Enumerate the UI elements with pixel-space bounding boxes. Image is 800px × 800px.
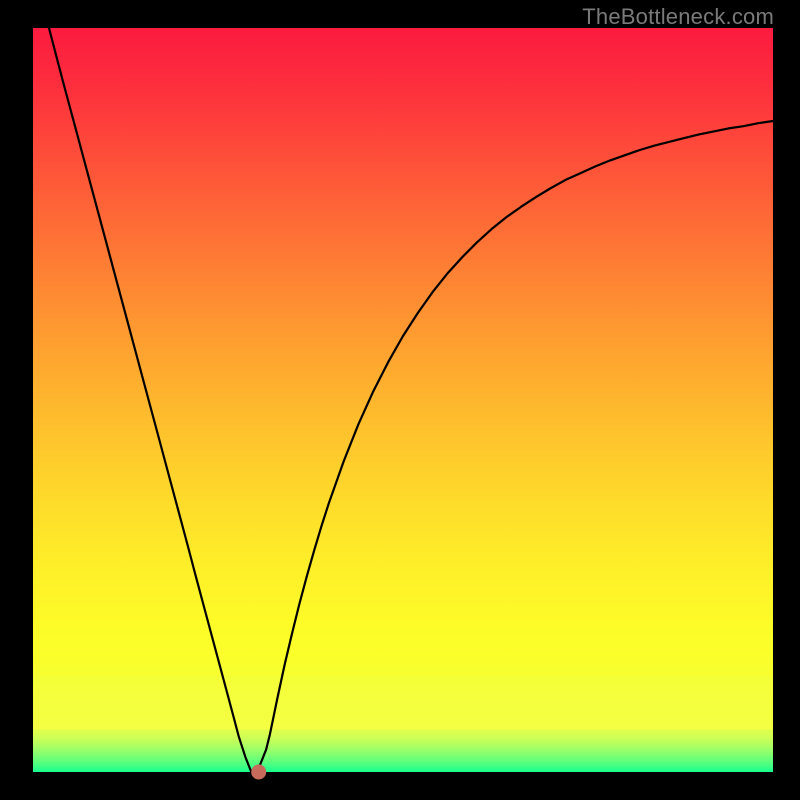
watermark-text: TheBottleneck.com: [582, 4, 774, 30]
chart-svg: [0, 0, 800, 800]
plot-area: [33, 28, 773, 772]
optimal-point-marker: [251, 765, 266, 780]
chart-container: TheBottleneck.com: [0, 0, 800, 800]
